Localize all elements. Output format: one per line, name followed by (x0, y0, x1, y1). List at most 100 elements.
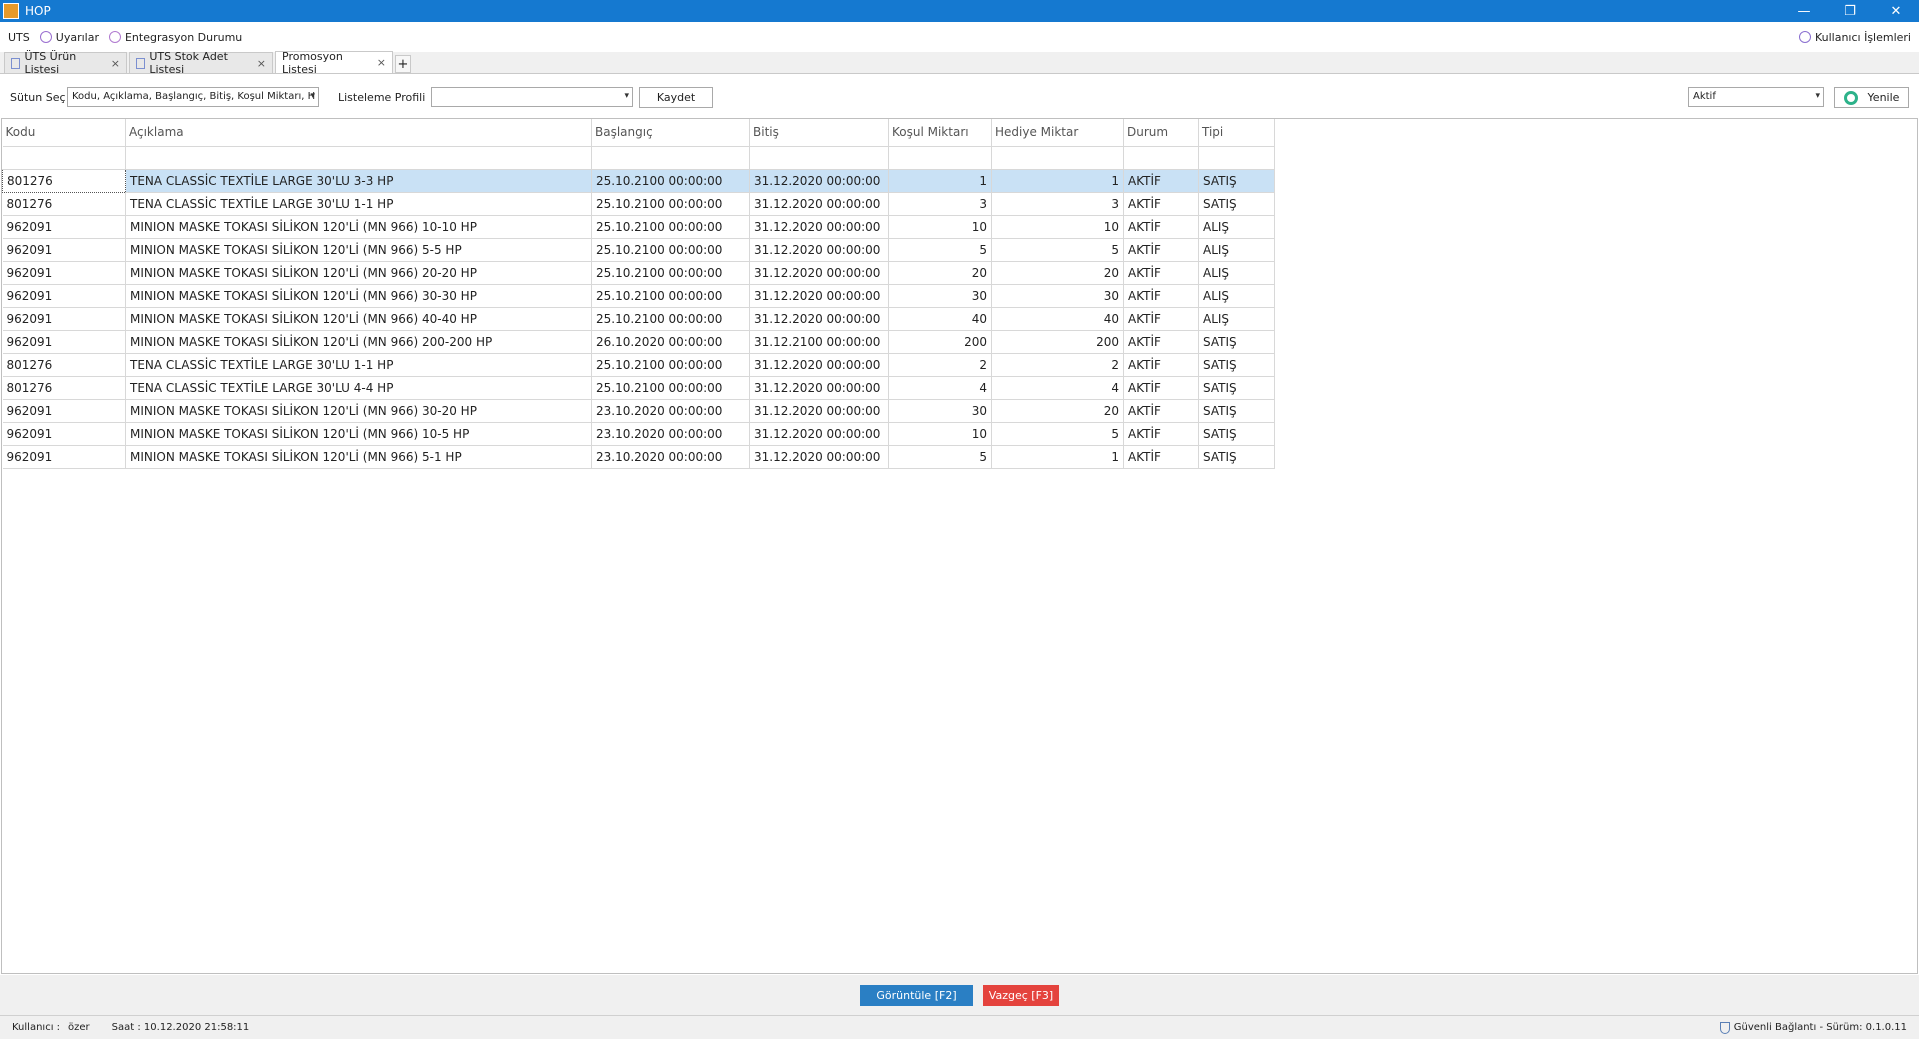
table-cell[interactable]: MINION MASKE TOKASI SİLİKON 120'Lİ (MN 9… (125, 284, 592, 308)
table-cell[interactable]: 25.10.2100 00:00:00 (591, 261, 750, 285)
column-header[interactable]: Başlangıç (591, 119, 750, 147)
status-filter-dropdown[interactable]: Aktif ▾ (1688, 87, 1824, 107)
table-row[interactable]: 801276 TENA CLASSİC TEXTİLE LARGE 30'LU 3… (2, 168, 1275, 193)
table-cell[interactable]: AKTİF (1123, 330, 1199, 354)
table-cell[interactable]: AKTİF (1123, 192, 1199, 216)
table-cell[interactable]: AKTİF (1123, 261, 1199, 285)
restore-button[interactable]: ❐ (1827, 0, 1873, 22)
table-cell[interactable]: 1 (888, 169, 992, 193)
cancel-button[interactable]: Vazgeç [F3] (983, 984, 1059, 1006)
table-cell[interactable]: 30 (888, 399, 992, 423)
table-row[interactable]: 962091 MINION MASKE TOKASI SİLİKON 120'Lİ… (2, 284, 1275, 308)
minimize-button[interactable]: — (1781, 0, 1827, 22)
column-header[interactable]: Hediye Miktar (991, 119, 1124, 147)
table-row[interactable]: 962091 MINION MASKE TOKASI SİLİKON 120'Lİ… (2, 238, 1275, 262)
table-cell[interactable]: ALIŞ (1198, 307, 1275, 331)
table-cell[interactable]: 30 (888, 284, 992, 308)
table-cell[interactable]: 25.10.2100 00:00:00 (591, 192, 750, 216)
table-cell[interactable]: SATIŞ (1198, 353, 1275, 377)
table-cell[interactable]: MINION MASKE TOKASI SİLİKON 120'Lİ (MN 9… (125, 261, 592, 285)
table-row[interactable]: 801276 TENA CLASSİC TEXTİLE LARGE 30'LU 4… (2, 376, 1275, 400)
table-cell[interactable]: MINION MASKE TOKASI SİLİKON 120'Lİ (MN 9… (125, 307, 592, 331)
tab-close-icon[interactable]: × (111, 57, 120, 70)
tab-uts-stock-count-list[interactable]: UTS Stok Adet Listesi × (129, 50, 273, 76)
filter-cell[interactable] (749, 146, 889, 170)
table-cell[interactable]: 25.10.2100 00:00:00 (591, 169, 750, 193)
column-header[interactable]: Açıklama (125, 119, 592, 147)
table-cell[interactable]: AKTİF (1123, 169, 1199, 193)
table-cell[interactable]: SATIŞ (1198, 399, 1275, 423)
table-cell[interactable]: 40 (991, 307, 1124, 331)
table-cell[interactable]: 20 (991, 399, 1124, 423)
table-cell[interactable]: ALIŞ (1198, 238, 1275, 262)
table-cell[interactable]: MINION MASKE TOKASI SİLİKON 120'Lİ (MN 9… (125, 399, 592, 423)
table-cell[interactable]: 31.12.2020 00:00:00 (749, 307, 889, 331)
table-row[interactable]: 801276 TENA CLASSİC TEXTİLE LARGE 30'LU 1… (2, 353, 1275, 377)
table-cell[interactable]: 801276 (2, 376, 126, 400)
table-cell[interactable]: AKTİF (1123, 422, 1199, 446)
table-cell[interactable]: 10 (888, 215, 992, 239)
table-cell[interactable]: 5 (991, 422, 1124, 446)
table-cell[interactable]: 3 (991, 192, 1124, 216)
table-cell[interactable]: 1 (991, 169, 1124, 193)
filter-cell[interactable] (888, 146, 992, 170)
table-cell[interactable]: AKTİF (1123, 284, 1199, 308)
table-cell[interactable]: TENA CLASSİC TEXTİLE LARGE 30'LU 1-1 HP (125, 192, 592, 216)
table-cell[interactable]: 801276 (2, 353, 126, 377)
table-cell[interactable]: TENA CLASSİC TEXTİLE LARGE 30'LU 3-3 HP (125, 169, 592, 193)
table-cell[interactable]: AKTİF (1123, 353, 1199, 377)
table-cell[interactable]: 801276 (2, 168, 126, 193)
user-operations-menu[interactable]: Kullanıcı İşlemleri (1798, 31, 1911, 44)
table-cell[interactable]: 4 (991, 376, 1124, 400)
table-cell[interactable]: MINION MASKE TOKASI SİLİKON 120'Lİ (MN 9… (125, 215, 592, 239)
filter-cell[interactable] (591, 146, 750, 170)
table-cell[interactable]: MINION MASKE TOKASI SİLİKON 120'Lİ (MN 9… (125, 445, 592, 469)
table-cell[interactable]: 962091 (2, 261, 126, 285)
table-cell[interactable]: ALIŞ (1198, 215, 1275, 239)
table-cell[interactable]: 962091 (2, 215, 126, 239)
tab-promotion-list[interactable]: Promosyon Listesi × (275, 50, 393, 76)
table-cell[interactable]: 2 (991, 353, 1124, 377)
refresh-button[interactable]: Yenile (1834, 87, 1909, 108)
tab-uts-product-list[interactable]: ÜTS Ürün Listesi × (4, 50, 127, 76)
column-select-dropdown[interactable]: Kodu, Açıklama, Başlangıç, Bitiş, Koşul … (67, 87, 319, 107)
table-cell[interactable]: 962091 (2, 284, 126, 308)
table-cell[interactable]: 962091 (2, 307, 126, 331)
table-cell[interactable]: 25.10.2100 00:00:00 (591, 238, 750, 262)
table-cell[interactable]: 200 (888, 330, 992, 354)
table-cell[interactable]: SATIŞ (1198, 169, 1275, 193)
add-tab-button[interactable]: + (395, 55, 411, 73)
table-cell[interactable]: 2 (888, 353, 992, 377)
table-row[interactable]: 962091 MINION MASKE TOKASI SİLİKON 120'Lİ… (2, 399, 1275, 423)
table-row[interactable]: 801276 TENA CLASSİC TEXTİLE LARGE 30'LU 1… (2, 192, 1275, 216)
table-cell[interactable]: SATIŞ (1198, 330, 1275, 354)
table-cell[interactable]: AKTİF (1123, 376, 1199, 400)
table-row[interactable]: 962091 MINION MASKE TOKASI SİLİKON 120'Lİ… (2, 261, 1275, 285)
table-cell[interactable]: SATIŞ (1198, 376, 1275, 400)
table-cell[interactable]: MINION MASKE TOKASI SİLİKON 120'Lİ (MN 9… (125, 330, 592, 354)
table-cell[interactable]: 5 (991, 238, 1124, 262)
table-cell[interactable]: 962091 (2, 399, 126, 423)
table-row[interactable]: 962091 MINION MASKE TOKASI SİLİKON 120'Lİ… (2, 422, 1275, 446)
table-cell[interactable]: 962091 (2, 330, 126, 354)
filter-cell[interactable] (125, 146, 592, 170)
profile-dropdown[interactable]: ▾ (431, 87, 633, 107)
table-cell[interactable]: 23.10.2020 00:00:00 (591, 445, 750, 469)
table-cell[interactable]: 31.12.2020 00:00:00 (749, 445, 889, 469)
column-header[interactable]: Bitiş (749, 119, 889, 147)
table-cell[interactable]: 26.10.2020 00:00:00 (591, 330, 750, 354)
table-cell[interactable]: 25.10.2100 00:00:00 (591, 284, 750, 308)
save-button[interactable]: Kaydet (639, 87, 713, 108)
table-cell[interactable]: 23.10.2020 00:00:00 (591, 422, 750, 446)
table-cell[interactable]: TENA CLASSİC TEXTİLE LARGE 30'LU 1-1 HP (125, 353, 592, 377)
column-header[interactable]: Koşul Miktarı (888, 119, 992, 147)
table-cell[interactable]: AKTİF (1123, 445, 1199, 469)
table-cell[interactable]: 20 (991, 261, 1124, 285)
table-row[interactable]: 962091 MINION MASKE TOKASI SİLİKON 120'Lİ… (2, 307, 1275, 331)
table-cell[interactable]: 31.12.2020 00:00:00 (749, 169, 889, 193)
table-cell[interactable]: 801276 (2, 192, 126, 216)
table-cell[interactable]: SATIŞ (1198, 422, 1275, 446)
table-cell[interactable]: 10 (888, 422, 992, 446)
table-cell[interactable]: SATIŞ (1198, 445, 1275, 469)
table-cell[interactable]: 25.10.2100 00:00:00 (591, 215, 750, 239)
